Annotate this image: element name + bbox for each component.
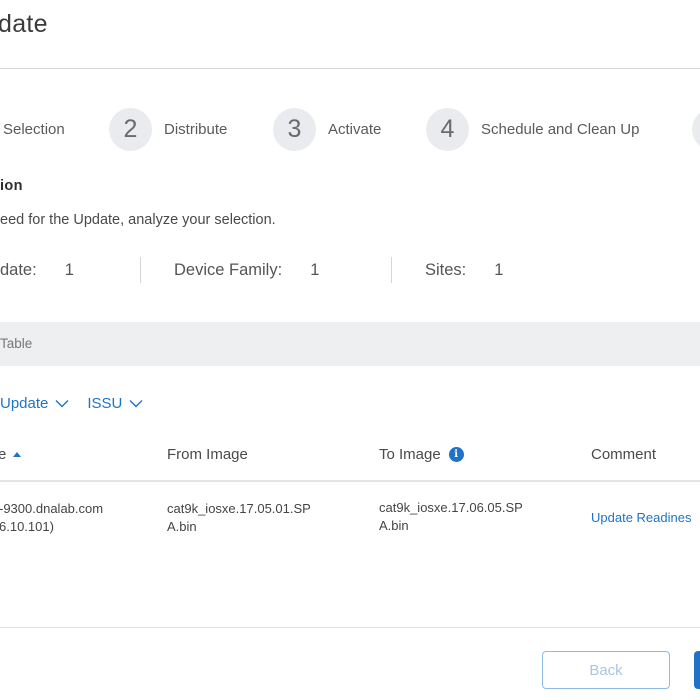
table-banner-label: Table bbox=[0, 336, 33, 351]
summary-devices-label: date: bbox=[0, 261, 37, 279]
column-header-comment-label: Comment bbox=[591, 446, 657, 463]
update-filter-dropdown[interactable]: Update bbox=[0, 395, 69, 412]
column-header-to-image-label: To Image bbox=[379, 446, 441, 463]
from-image-line: A.bin bbox=[167, 519, 197, 534]
selection-summary: date: 1 Device Family: 1 Sites: 1 bbox=[0, 257, 700, 283]
column-header-device-name[interactable]: e bbox=[0, 446, 22, 463]
info-icon[interactable]: i bbox=[448, 447, 464, 462]
summary-devices-value: 1 bbox=[64, 261, 74, 279]
column-header-to-image[interactable]: To Image i bbox=[379, 446, 464, 463]
chevron-down-icon bbox=[55, 399, 69, 407]
section-heading: ion bbox=[0, 178, 23, 194]
column-header-from-image[interactable]: From Image bbox=[167, 446, 248, 463]
to-image-line: A.bin bbox=[379, 518, 409, 533]
to-image-line: cat9k_iosxe.17.06.05.SP bbox=[379, 500, 523, 515]
column-header-comment[interactable]: Comment bbox=[591, 446, 656, 463]
step-number-4: 4 bbox=[426, 107, 469, 151]
column-header-from-image-label: From Image bbox=[167, 446, 248, 463]
table-filters: Update ISSU bbox=[0, 393, 143, 413]
cell-device-name: -9300.dnalab.com 6.10.101) bbox=[0, 500, 103, 536]
step-schedule-clean-up[interactable]: 4 Schedule and Clean Up bbox=[426, 107, 639, 151]
title-divider bbox=[0, 68, 700, 69]
workflow-stepper: Selection 2 Distribute 3 Activate 4 Sche… bbox=[0, 107, 700, 151]
back-button[interactable]: Back bbox=[542, 651, 670, 689]
step-next-partial[interactable] bbox=[692, 107, 700, 151]
summary-device-family: Device Family: 1 bbox=[174, 257, 319, 283]
issu-filter-label: ISSU bbox=[87, 394, 123, 412]
step-activate[interactable]: 3 Activate bbox=[273, 107, 381, 151]
page-title: date bbox=[0, 10, 48, 38]
issu-filter-dropdown[interactable]: ISSU bbox=[87, 395, 143, 412]
step-number-5-partial bbox=[692, 107, 700, 151]
step-number-3: 3 bbox=[273, 107, 316, 151]
update-readiness-link[interactable]: Update Readines bbox=[591, 510, 691, 525]
next-button-partial[interactable] bbox=[694, 651, 700, 689]
table-banner: Table bbox=[0, 322, 700, 366]
summary-device-family-label: Device Family: bbox=[174, 261, 283, 279]
summary-divider bbox=[391, 257, 392, 283]
summary-sites-label: Sites: bbox=[425, 261, 467, 279]
cell-from-image: cat9k_iosxe.17.05.01.SP A.bin bbox=[167, 500, 311, 536]
section-description: eed for the Update, analyze your selecti… bbox=[0, 212, 276, 228]
sort-ascending-icon[interactable] bbox=[13, 452, 22, 457]
step-number-2: 2 bbox=[109, 107, 152, 151]
update-filter-label: Update bbox=[0, 394, 49, 412]
summary-device-family-value: 1 bbox=[310, 261, 320, 279]
summary-devices: date: 1 bbox=[0, 257, 74, 283]
step-label-distribute: Distribute bbox=[164, 120, 228, 138]
step-label-selection: Selection bbox=[3, 120, 65, 138]
table-header-divider bbox=[0, 480, 700, 482]
step-label-schedule: Schedule and Clean Up bbox=[481, 120, 640, 138]
summary-sites: Sites: 1 bbox=[425, 257, 503, 283]
summary-divider bbox=[140, 257, 141, 283]
device-ip-line: 6.10.101) bbox=[0, 519, 54, 534]
summary-sites-value: 1 bbox=[494, 261, 504, 279]
step-selection[interactable]: Selection bbox=[3, 107, 65, 151]
cell-to-image: cat9k_iosxe.17.06.05.SP A.bin bbox=[379, 499, 523, 535]
step-distribute[interactable]: 2 Distribute bbox=[109, 107, 227, 151]
device-name-line: -9300.dnalab.com bbox=[0, 501, 104, 516]
footer-divider bbox=[0, 627, 700, 628]
chevron-down-icon bbox=[129, 399, 143, 407]
step-label-activate: Activate bbox=[328, 120, 382, 138]
column-header-device-name-label: e bbox=[0, 446, 7, 463]
from-image-line: cat9k_iosxe.17.05.01.SP bbox=[167, 501, 311, 516]
